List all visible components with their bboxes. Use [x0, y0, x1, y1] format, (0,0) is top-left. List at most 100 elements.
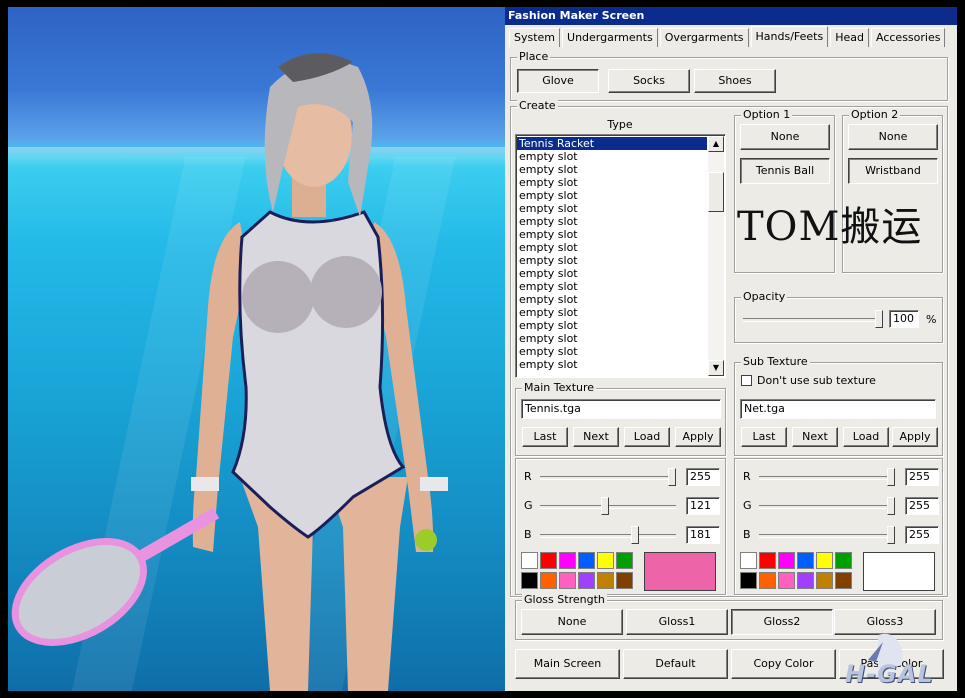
color-swatch[interactable] — [559, 572, 576, 589]
color-swatch[interactable] — [778, 552, 795, 569]
color-swatch[interactable] — [521, 552, 538, 569]
sub_texture-b-value-field[interactable]: 255 — [905, 526, 939, 544]
main-texture-file-field[interactable]: Tennis.tga — [521, 399, 721, 419]
list-item[interactable]: empty slot — [517, 332, 707, 345]
color-swatch[interactable] — [559, 552, 576, 569]
list-item[interactable]: empty slot — [517, 189, 707, 202]
socks-button[interactable]: Socks — [608, 69, 690, 93]
copy-color-button[interactable]: Copy Color — [731, 649, 836, 679]
color-swatch[interactable] — [759, 572, 776, 589]
list-item[interactable]: empty slot — [517, 306, 707, 319]
option1-value[interactable]: Tennis Ball — [740, 158, 830, 184]
sub-texture-load-button[interactable]: Load — [843, 427, 889, 447]
sub_texture-b-slider-thumb[interactable] — [887, 526, 895, 544]
opacity-label: Opacity — [741, 290, 788, 303]
color-swatch[interactable] — [597, 552, 614, 569]
sub_texture-g-slider-track[interactable] — [759, 505, 895, 509]
list-item[interactable]: empty slot — [517, 163, 707, 176]
color-swatch[interactable] — [540, 552, 557, 569]
main_texture-r-value-field[interactable]: 255 — [686, 468, 720, 486]
main_texture-b-value-field[interactable]: 181 — [686, 526, 720, 544]
glove-button[interactable]: Glove — [517, 69, 599, 93]
sub-texture-next-button[interactable]: Next — [792, 427, 838, 447]
shoes-button[interactable]: Shoes — [694, 69, 776, 93]
list-item[interactable]: empty slot — [517, 241, 707, 254]
list-item[interactable]: empty slot — [517, 319, 707, 332]
list-scrollbar[interactable]: ▲ ▼ — [708, 136, 724, 376]
opacity-slider-track[interactable] — [743, 318, 883, 322]
color-swatch[interactable] — [835, 552, 852, 569]
tab-undergarments[interactable]: Undergarments — [562, 28, 658, 47]
main-screen-button[interactable]: Main Screen — [515, 649, 620, 679]
option1-none-button[interactable]: None — [740, 124, 830, 150]
gloss1-button[interactable]: Gloss1 — [626, 609, 728, 635]
list-item[interactable]: empty slot — [517, 150, 707, 163]
color-swatch[interactable] — [616, 572, 633, 589]
sub-texture-apply-button[interactable]: Apply — [892, 427, 938, 447]
tab-system[interactable]: System — [509, 28, 561, 47]
list-item[interactable]: empty slot — [517, 345, 707, 358]
list-item[interactable]: empty slot — [517, 293, 707, 306]
list-item[interactable]: empty slot — [517, 358, 707, 371]
sub_texture-g-value-field[interactable]: 255 — [905, 497, 939, 515]
gloss-none-button[interactable]: None — [521, 609, 623, 635]
list-item[interactable]: empty slot — [517, 176, 707, 189]
main_texture-g-slider-thumb[interactable] — [600, 497, 609, 515]
color-swatch[interactable] — [540, 572, 557, 589]
sub-texture-file-field[interactable]: Net.tga — [740, 399, 936, 419]
sub_texture-r-value-field[interactable]: 255 — [905, 468, 939, 486]
color-swatch[interactable] — [835, 572, 852, 589]
list-item[interactable]: empty slot — [517, 280, 707, 293]
sub-texture-last-button[interactable]: Last — [741, 427, 787, 447]
color-swatch[interactable] — [616, 552, 633, 569]
option2-value[interactable]: Wristband — [848, 158, 938, 184]
list-item[interactable]: empty slot — [517, 228, 707, 241]
tab-accessories[interactable]: Accessories — [871, 28, 946, 47]
opacity-value-field[interactable]: 100 — [889, 310, 919, 328]
character-viewport[interactable] — [8, 7, 505, 691]
scroll-down-icon[interactable]: ▼ — [708, 360, 724, 376]
list-item[interactable]: empty slot — [517, 215, 707, 228]
main_texture-r-slider-track[interactable] — [540, 476, 676, 480]
main_texture-b-slider-track[interactable] — [540, 534, 676, 538]
option2-none-button[interactable]: None — [848, 124, 938, 150]
main-texture-last-button[interactable]: Last — [522, 427, 568, 447]
tab-head[interactable]: Head — [830, 28, 869, 47]
scroll-up-icon[interactable]: ▲ — [708, 136, 724, 152]
color-swatch[interactable] — [578, 552, 595, 569]
color-swatch[interactable] — [740, 552, 757, 569]
gloss2-button[interactable]: Gloss2 — [731, 609, 833, 635]
color-swatch[interactable] — [521, 572, 538, 589]
main-texture-apply-button[interactable]: Apply — [675, 427, 721, 447]
sub-texture-group: Sub Texture Don't use sub texture Net.tg… — [734, 356, 943, 456]
opacity-slider-thumb[interactable] — [875, 310, 883, 328]
main_texture-b-slider-thumb[interactable] — [630, 526, 639, 544]
color-swatch[interactable] — [797, 572, 814, 589]
list-item[interactable]: empty slot — [517, 267, 707, 280]
main_texture-g-value-field[interactable]: 121 — [686, 497, 720, 515]
color-swatch[interactable] — [597, 572, 614, 589]
main_texture-r-slider-thumb[interactable] — [668, 468, 676, 486]
type-list[interactable]: Tennis Racket empty slot empty slot empty s… — [515, 134, 726, 378]
tab-hands-feets[interactable]: Hands/Feets — [750, 26, 829, 47]
color-swatch[interactable] — [797, 552, 814, 569]
scroll-thumb[interactable] — [708, 172, 724, 212]
color-swatch[interactable] — [816, 572, 833, 589]
main-texture-next-button[interactable]: Next — [573, 427, 619, 447]
sub_texture-b-slider-track[interactable] — [759, 534, 895, 538]
dont-use-sub-texture-checkbox[interactable] — [741, 375, 752, 386]
list-item[interactable]: empty slot — [517, 202, 707, 215]
sub_texture-r-slider-track[interactable] — [759, 476, 895, 480]
default-button[interactable]: Default — [623, 649, 728, 679]
color-swatch[interactable] — [578, 572, 595, 589]
color-swatch[interactable] — [816, 552, 833, 569]
sub_texture-r-slider-thumb[interactable] — [887, 468, 895, 486]
sub_texture-g-slider-thumb[interactable] — [887, 497, 895, 515]
color-swatch[interactable] — [759, 552, 776, 569]
tab-overgarments[interactable]: Overgarments — [659, 28, 749, 47]
color-swatch[interactable] — [778, 572, 795, 589]
main-texture-load-button[interactable]: Load — [624, 427, 670, 447]
color-swatch[interactable] — [740, 572, 757, 589]
list-item[interactable]: Tennis Racket — [517, 137, 707, 150]
list-item[interactable]: empty slot — [517, 254, 707, 267]
